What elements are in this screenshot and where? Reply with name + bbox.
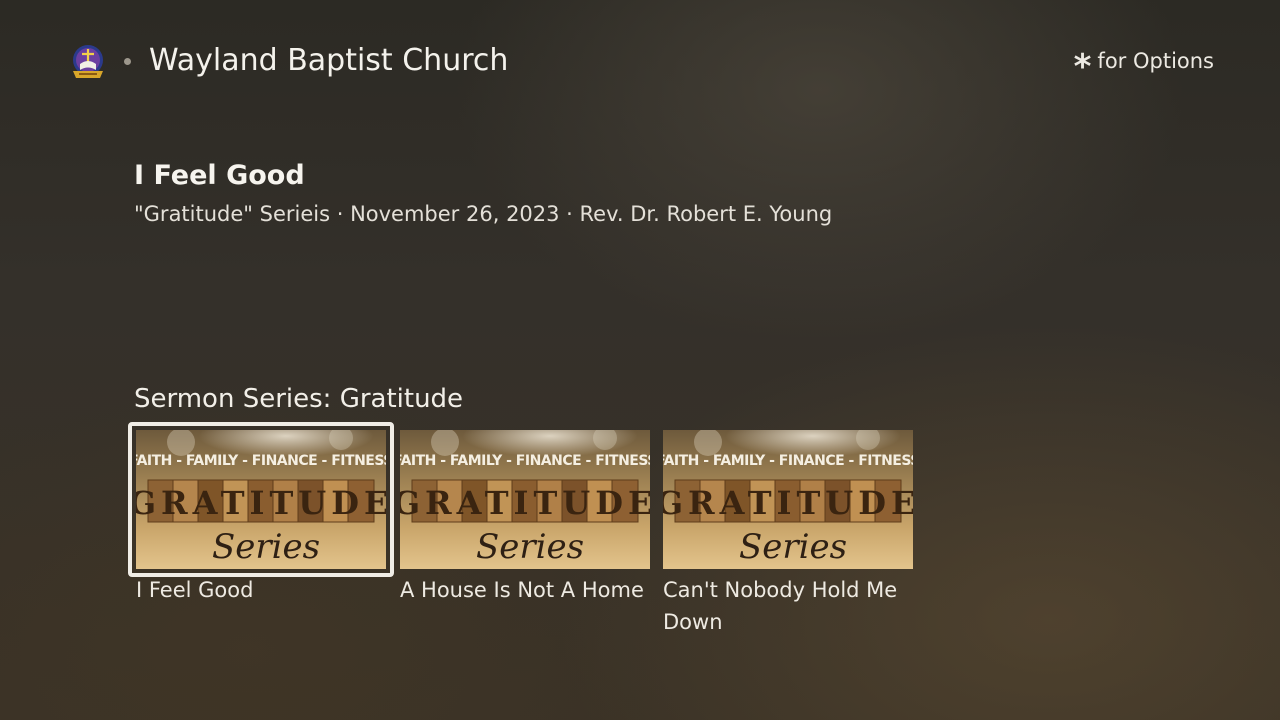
header-separator-dot xyxy=(124,58,131,65)
tile-label: Can't Nobody Hold Me Down xyxy=(663,578,898,634)
channel-title: Wayland Baptist Church xyxy=(149,43,509,78)
thumb-script: Series xyxy=(476,527,584,567)
thumb-script: Series xyxy=(212,527,320,567)
thumb-word: GRATITUDE xyxy=(663,484,913,522)
thumb-top-text: FAITH - FAMILY - FINANCE - FITNESS xyxy=(136,453,386,469)
tile-label: I Feel Good xyxy=(136,578,254,602)
sermon-thumbnail: FAITH - FAMILY - FINANCE - FITNESS GRATI… xyxy=(136,430,386,569)
options-label: for Options xyxy=(1097,49,1214,73)
thumb-top-text: FAITH - FAMILY - FINANCE - FITNESS xyxy=(663,453,913,469)
thumb-word: GRATITUDE xyxy=(136,484,386,522)
church-logo-icon xyxy=(70,43,106,81)
sermon-thumbnail: FAITH - FAMILY - FINANCE - FITNESS GRATI… xyxy=(663,430,913,569)
asterisk-icon: * xyxy=(1073,47,1092,87)
thumb-word: GRATITUDE xyxy=(400,484,650,522)
tile-label: A House Is Not A Home xyxy=(400,578,644,602)
thumb-script: Series xyxy=(739,527,847,567)
thumb-top-text: FAITH - FAMILY - FINANCE - FITNESS xyxy=(400,453,650,469)
row-title: Sermon Series: Gratitude xyxy=(134,384,464,414)
sermon-thumbnail: FAITH - FAMILY - FINANCE - FITNESS GRATI… xyxy=(400,430,650,569)
selected-item-title: I Feel Good xyxy=(134,160,305,191)
options-hint: * for Options xyxy=(1074,46,1214,84)
selected-item-meta: "Gratitude" Serieis · November 26, 2023 … xyxy=(134,202,833,226)
